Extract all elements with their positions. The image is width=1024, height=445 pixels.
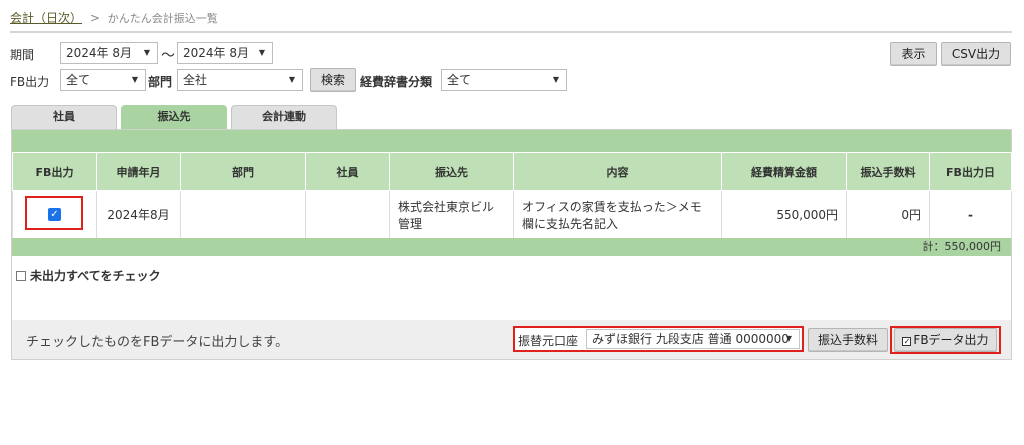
- csv-export-button[interactable]: CSV出力: [941, 42, 1011, 66]
- column-header-month: 申請年月: [96, 152, 181, 191]
- content-cell: オフィスの家賃を支払った＞メモ欄に支払先名記入: [513, 190, 722, 239]
- transfer-panel: FB出力 申請年月 部門 社員 振込先 内容 経費精算金額 振込手数料 FB出力…: [11, 129, 1012, 360]
- column-header-content: 内容: [513, 152, 722, 191]
- fb-date-cell: -: [929, 190, 1012, 239]
- export-footer: チェックしたものをFBデータに出力します。 振替元口座 みずほ銀行 九段支店 普…: [12, 320, 1011, 359]
- employee-cell: [305, 190, 390, 239]
- checkbox-icon: ✓: [902, 337, 912, 346]
- expense-category-value: 全て: [447, 73, 472, 87]
- panel-header-band: [12, 130, 1011, 152]
- period-to-value: 2024年 8月: [183, 46, 249, 60]
- total-band: 計：550,000円: [12, 238, 1011, 256]
- department-label: 部門: [148, 75, 173, 89]
- period-from-select[interactable]: 2024年 8月 ▼: [60, 42, 158, 64]
- breadcrumb-current: かんたん会計振込一覧: [107, 12, 218, 25]
- chevron-down-icon: ▼: [785, 334, 792, 343]
- table-row: ✓ 2024年8月 株式会社東京ビル管理 オフィスの家賃を支払った＞メモ欄に支払…: [12, 190, 1012, 239]
- source-account-select[interactable]: みずほ銀行 九段支店 普通 0000000 ▼: [586, 329, 800, 349]
- amount-cell: 550,000円: [721, 190, 847, 239]
- column-header-payee: 振込先: [389, 152, 514, 191]
- column-header-fb-output: FB出力: [12, 152, 97, 191]
- checkbox-highlight: [25, 196, 83, 230]
- department-value: 全社: [183, 73, 208, 87]
- source-account-label: 振替元口座: [518, 334, 579, 348]
- fb-output-value: 全て: [66, 73, 91, 87]
- department-select[interactable]: 全社 ▼: [177, 69, 303, 91]
- chevron-down-icon: ▼: [143, 48, 150, 57]
- fee-cell: 0円: [846, 190, 930, 239]
- fb-output-select[interactable]: 全て ▼: [60, 69, 146, 91]
- breadcrumb-separator: >: [89, 11, 100, 25]
- column-header-fee: 振込手数料: [846, 152, 930, 191]
- check-all-label: 未出力すべてをチェック: [30, 269, 161, 283]
- display-button[interactable]: 表示: [890, 42, 937, 66]
- period-tilde: 〜: [161, 48, 175, 64]
- payee-cell: 株式会社東京ビル管理: [389, 190, 514, 239]
- fb-output-label: FB出力: [10, 75, 50, 89]
- check-all-checkbox[interactable]: [16, 271, 26, 281]
- column-header-fb-date: FB出力日: [929, 152, 1012, 191]
- month-cell: 2024年8月: [96, 190, 181, 239]
- fb-data-export-label: FBデータ出力: [913, 333, 989, 347]
- fb-export-highlight: ✓ FBデータ出力: [890, 326, 1001, 354]
- column-header-employee: 社員: [305, 152, 390, 191]
- export-message: チェックしたものをFBデータに出力します。: [26, 335, 289, 350]
- expense-category-label: 経費辞書分類: [360, 75, 433, 89]
- period-from-value: 2024年 8月: [66, 46, 132, 60]
- chevron-down-icon: ▼: [552, 75, 559, 84]
- source-account-group: 振替元口座 みずほ銀行 九段支店 普通 0000000 ▼: [513, 326, 804, 352]
- header-divider: [10, 31, 1012, 33]
- period-to-select[interactable]: 2024年 8月 ▼: [177, 42, 273, 64]
- column-header-department: 部門: [180, 152, 306, 191]
- chevron-down-icon: ▼: [131, 75, 138, 84]
- period-label: 期間: [10, 48, 35, 62]
- expense-category-select[interactable]: 全て ▼: [441, 69, 567, 91]
- transfer-fee-button[interactable]: 振込手数料: [808, 328, 888, 352]
- check-all-unexported[interactable]: 未出力すべてをチェック: [16, 267, 160, 284]
- breadcrumb-parent-link[interactable]: 会計（日次）: [10, 11, 82, 25]
- source-account-value: みずほ銀行 九段支店 普通 0000000: [592, 332, 789, 346]
- column-header-amount: 経費精算金額: [721, 152, 847, 191]
- total-amount: 計：550,000円: [922, 240, 1002, 253]
- fb-data-export-button[interactable]: ✓ FBデータ出力: [894, 328, 997, 352]
- chevron-down-icon: ▼: [258, 48, 265, 57]
- table-header-row: FB出力 申請年月 部門 社員 振込先 内容 経費精算金額 振込手数料 FB出力…: [12, 152, 1012, 191]
- breadcrumb: 会計（日次） > かんたん会計振込一覧: [10, 9, 218, 26]
- tab-payee[interactable]: 振込先: [121, 105, 227, 129]
- transfer-table: FB出力 申請年月 部門 社員 振込先 内容 経費精算金額 振込手数料 FB出力…: [12, 152, 1012, 239]
- department-cell: [180, 190, 306, 239]
- tab-accounting-link[interactable]: 会計連動: [231, 105, 337, 129]
- chevron-down-icon: ▼: [288, 75, 295, 84]
- search-button[interactable]: 検索: [310, 68, 356, 92]
- tab-employee[interactable]: 社員: [11, 105, 117, 129]
